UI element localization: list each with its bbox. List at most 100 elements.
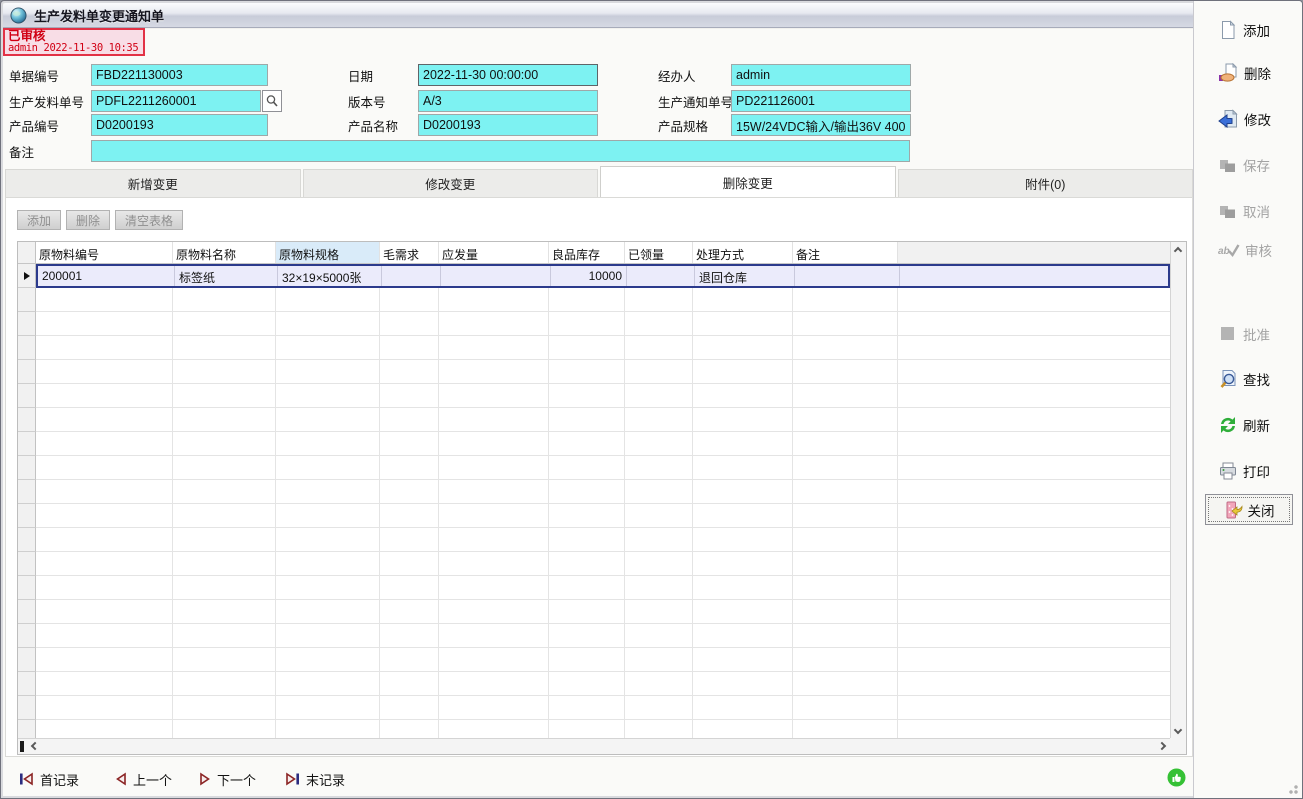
- grid-empty-row[interactable]: [18, 624, 1170, 648]
- exit-door-icon: [1224, 500, 1244, 520]
- first-record-button[interactable]: 首记录: [19, 768, 79, 790]
- scroll-up-icon[interactable]: [1171, 242, 1185, 256]
- grid-cell: [549, 672, 625, 696]
- col-header-good-stock[interactable]: 良品库存: [549, 242, 625, 263]
- date-input[interactable]: [418, 64, 598, 86]
- grid-cell: [693, 720, 793, 738]
- grid-empty-row[interactable]: [18, 504, 1170, 528]
- cell-handling[interactable]: 退回仓库: [695, 266, 795, 286]
- grid-empty-row[interactable]: [18, 336, 1170, 360]
- grid-cell: [793, 432, 898, 456]
- approve-button[interactable]: 批准: [1218, 322, 1270, 346]
- col-header-material-spec[interactable]: 原物料规格: [276, 242, 380, 263]
- cell-remark[interactable]: [795, 266, 900, 286]
- col-header-qty-to-issue[interactable]: 应发量: [439, 242, 549, 263]
- lookup-button[interactable]: [262, 90, 282, 112]
- col-header-remark[interactable]: 备注: [793, 242, 898, 263]
- print-button[interactable]: 打印: [1218, 459, 1270, 483]
- grid-empty-row[interactable]: [18, 696, 1170, 720]
- grid-cell: [549, 288, 625, 312]
- grid-empty-row[interactable]: [18, 288, 1170, 312]
- grid-delete-button[interactable]: 删除: [66, 210, 110, 230]
- grid-empty-row[interactable]: [18, 456, 1170, 480]
- product-no-label: 产品编号: [9, 116, 91, 135]
- document-no-input[interactable]: [91, 64, 268, 86]
- grid-header-row: 原物料编号 原物料名称 原物料规格 毛需求 应发量 良品库存 已领量 处理方式 …: [18, 242, 1170, 264]
- refresh-button[interactable]: 刷新: [1218, 413, 1270, 437]
- grid-cell: [693, 624, 793, 648]
- version-input[interactable]: [418, 90, 598, 112]
- grid-empty-row[interactable]: [18, 432, 1170, 456]
- tab-delete-changes[interactable]: 删除变更: [600, 166, 896, 197]
- cancel-button[interactable]: 取消: [1218, 199, 1270, 223]
- hscroll-thumb[interactable]: [20, 741, 24, 752]
- find-button[interactable]: 查找: [1218, 367, 1270, 391]
- cell-material-name[interactable]: 标签纸: [175, 266, 278, 286]
- delete-button[interactable]: 删除: [1218, 61, 1271, 85]
- grid-empty-row[interactable]: [18, 384, 1170, 408]
- grid-cell: [693, 360, 793, 384]
- modify-button[interactable]: 修改: [1218, 107, 1271, 131]
- grid-empty-row[interactable]: [18, 648, 1170, 672]
- grid-cell: [276, 720, 380, 738]
- grid-empty-row[interactable]: [18, 480, 1170, 504]
- cell-qty-to-issue[interactable]: [441, 266, 551, 286]
- product-no-input[interactable]: [91, 114, 268, 136]
- grid-empty-row[interactable]: [18, 552, 1170, 576]
- cell-material-spec[interactable]: 32×19×5000张: [278, 266, 382, 286]
- next-record-button[interactable]: 下一个: [199, 768, 256, 790]
- grid-horizontal-scrollbar[interactable]: [18, 738, 1170, 754]
- row-marker-cell: [18, 552, 36, 576]
- grid-empty-row[interactable]: [18, 600, 1170, 624]
- grid-empty-row[interactable]: [18, 360, 1170, 384]
- grid-cell: [693, 600, 793, 624]
- grid-empty-row[interactable]: [18, 720, 1170, 738]
- remark-input[interactable]: [91, 140, 910, 162]
- col-header-received-qty[interactable]: 已领量: [625, 242, 693, 263]
- cell-material-no[interactable]: 200001: [38, 266, 175, 286]
- grid-cell: [276, 696, 380, 720]
- audit-button[interactable]: ab 审核: [1218, 238, 1272, 262]
- col-header-handling[interactable]: 处理方式: [693, 242, 793, 263]
- grid-empty-row[interactable]: [18, 576, 1170, 600]
- grid-empty-row[interactable]: [18, 528, 1170, 552]
- col-header-gross-demand[interactable]: 毛需求: [380, 242, 439, 263]
- grid-empty-row[interactable]: [18, 672, 1170, 696]
- grid-empty-row[interactable]: [18, 408, 1170, 432]
- grid-vertical-scrollbar[interactable]: [1170, 242, 1186, 738]
- grid-add-button[interactable]: 添加: [17, 210, 61, 230]
- add-button[interactable]: 添加: [1218, 18, 1270, 42]
- cell-good-stock[interactable]: 10000: [551, 266, 627, 286]
- print-icon: [1218, 461, 1238, 481]
- product-name-input[interactable]: [418, 114, 598, 136]
- cell-gross-demand[interactable]: [382, 266, 441, 286]
- scroll-right-icon[interactable]: [1156, 739, 1170, 753]
- title-bar[interactable]: 生产发料单变更通知单: [3, 3, 1300, 28]
- last-record-button[interactable]: 末记录: [285, 768, 345, 790]
- grid-cell: [439, 360, 549, 384]
- row-marker-cell: [18, 528, 36, 552]
- scroll-left-icon[interactable]: [26, 739, 40, 753]
- grid-cell: [439, 648, 549, 672]
- close-form-button[interactable]: 关闭: [1205, 494, 1293, 525]
- field-group-product-spec: 产品规格: [658, 114, 911, 136]
- handler-input[interactable]: [731, 64, 911, 86]
- col-header-material-no[interactable]: 原物料编号: [36, 242, 173, 263]
- product-spec-input[interactable]: [731, 114, 911, 136]
- grid-cell: [625, 648, 693, 672]
- notice-no-input[interactable]: [731, 90, 911, 112]
- tab-attachments[interactable]: 附件(0): [898, 169, 1194, 197]
- grid-empty-row[interactable]: [18, 312, 1170, 336]
- grid-selected-row[interactable]: 200001 标签纸 32×19×5000张 10000 退回仓库: [18, 264, 1170, 288]
- tab-modify-changes[interactable]: 修改变更: [303, 169, 599, 197]
- col-header-material-name[interactable]: 原物料名称: [173, 242, 276, 263]
- cell-received-qty[interactable]: [627, 266, 695, 286]
- resize-grip[interactable]: [1285, 781, 1299, 795]
- save-button[interactable]: 保存: [1218, 153, 1270, 177]
- tab-new-changes[interactable]: 新增变更: [5, 169, 301, 197]
- grid-cell: [793, 648, 898, 672]
- issue-order-no-input[interactable]: [91, 90, 261, 112]
- grid-clear-button[interactable]: 清空表格: [115, 210, 183, 230]
- scroll-down-icon[interactable]: [1171, 724, 1185, 738]
- previous-record-button[interactable]: 上一个: [115, 768, 172, 790]
